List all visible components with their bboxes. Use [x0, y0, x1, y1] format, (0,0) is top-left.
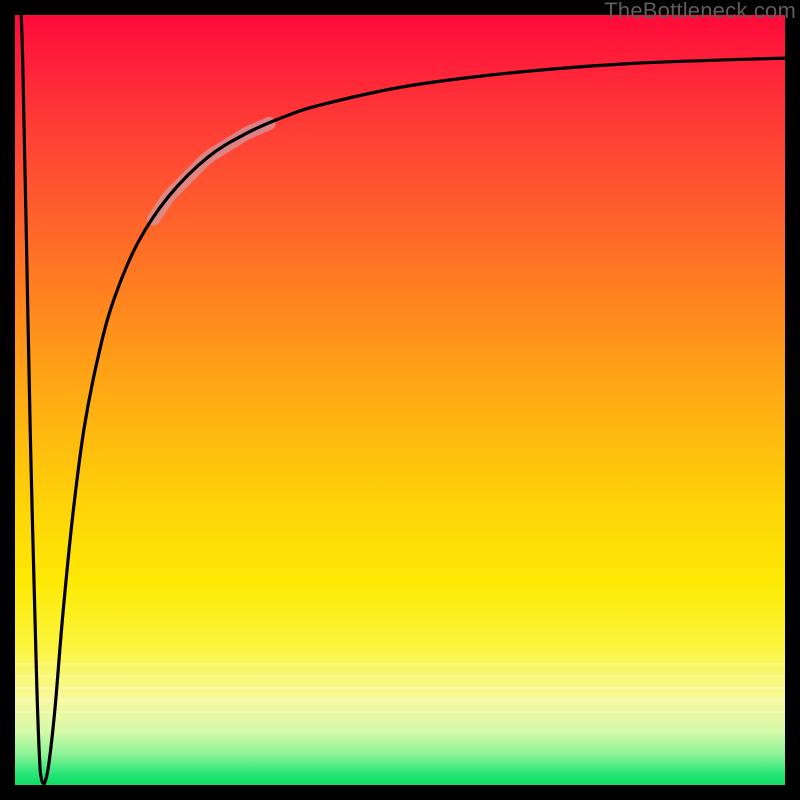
- highlight-segment-group: [154, 123, 270, 219]
- bottleneck-curve: [21, 15, 785, 784]
- chart-frame: TheBottleneck.com: [0, 0, 800, 800]
- chart-svg: [15, 15, 785, 785]
- curve-group: [21, 15, 785, 784]
- highlight-segment: [154, 123, 270, 219]
